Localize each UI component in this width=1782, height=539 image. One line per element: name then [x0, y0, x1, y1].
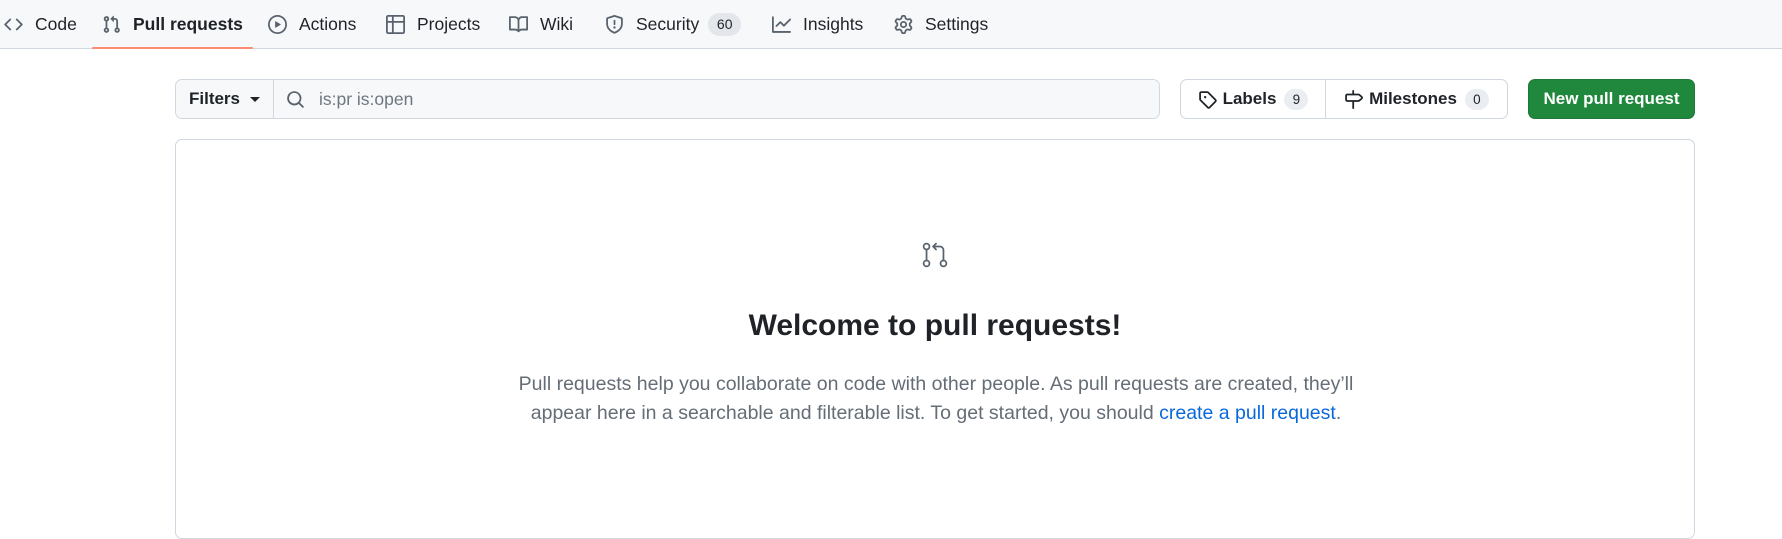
tab-code-label: Code [35, 13, 77, 34]
tag-icon [1198, 90, 1217, 109]
graph-icon [772, 15, 791, 34]
tab-actions[interactable]: Actions [268, 0, 356, 48]
blankslate-title: Welcome to pull requests! [748, 309, 1122, 342]
milestone-icon [1344, 89, 1364, 109]
blankslate: Welcome to pull requests! Pull requests … [175, 139, 1695, 539]
blankslate-description: Pull requests help you collaborate on co… [486, 370, 1386, 428]
tab-insights-label: Insights [803, 13, 864, 34]
tab-wiki[interactable]: Wiki [509, 0, 573, 48]
tab-security-label: Security [636, 13, 700, 34]
tab-wiki-label: Wiki [540, 13, 574, 34]
milestones-label: Milestones [1369, 89, 1457, 108]
security-counter: 60 [708, 12, 742, 36]
tab-settings-label: Settings [925, 13, 989, 34]
gear-icon [894, 14, 913, 34]
blankslate-desc-line1: Pull requests help you collaborate on co… [518, 373, 1354, 395]
new-pull-request-button[interactable]: New pull request [1528, 79, 1695, 119]
tab-projects[interactable]: Projects [386, 0, 480, 48]
table-icon [386, 14, 405, 34]
tab-settings[interactable]: Settings [894, 0, 988, 48]
labels-label: Labels [1222, 89, 1277, 108]
tab-pull-requests-label: Pull requests [133, 13, 243, 34]
book-icon [509, 15, 528, 34]
tab-projects-label: Projects [417, 13, 481, 34]
filters-button[interactable]: Filters [176, 80, 274, 118]
tab-actions-label: Actions [299, 13, 357, 34]
git-pull-request-icon [102, 15, 121, 34]
filters-label: Filters [188, 89, 241, 108]
blankslate-desc-suffix: . [1335, 402, 1342, 424]
play-icon [268, 14, 287, 34]
tab-insights[interactable]: Insights [772, 0, 863, 48]
triangle-down-icon [250, 96, 261, 102]
repo-nav: Code Pull requests Actions Projects Wiki… [0, 0, 1782, 49]
search-icon [286, 90, 305, 109]
tab-pull-requests[interactable]: Pull requests [92, 0, 253, 49]
milestones-button[interactable]: Milestones 0 [1326, 80, 1507, 118]
labels-milestones-group: Labels 9 Milestones 0 [1180, 79, 1508, 119]
shield-icon [605, 14, 624, 34]
labels-counter: 9 [1284, 88, 1309, 110]
tab-security[interactable]: Security 60 [605, 0, 742, 48]
search-container [274, 80, 1159, 118]
tab-code[interactable]: Code [4, 0, 77, 48]
git-pull-request-icon [921, 241, 949, 269]
code-icon [4, 15, 23, 34]
blankslate-desc-line2: appear here in a searchable and filterab… [530, 402, 1160, 424]
milestones-counter: 0 [1464, 88, 1489, 110]
create-pull-request-link[interactable]: create a pull request [1159, 402, 1336, 424]
search-input[interactable] [319, 88, 1119, 110]
labels-button[interactable]: Labels 9 [1181, 80, 1326, 118]
filter-search-group: Filters [175, 79, 1160, 119]
